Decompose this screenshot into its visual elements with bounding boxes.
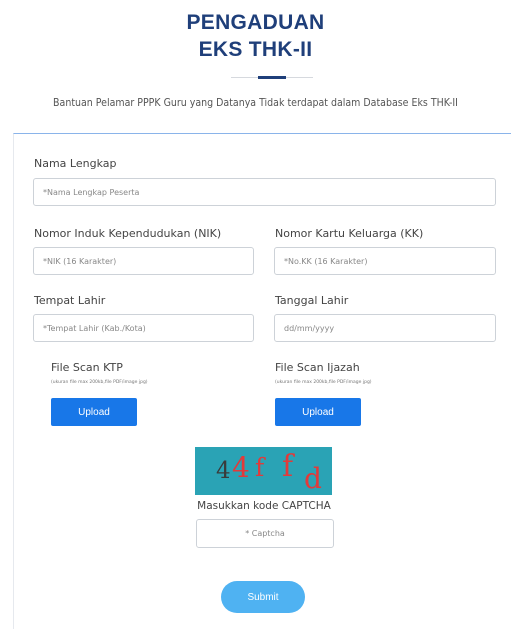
captcha-image: 4 4 f f d <box>195 447 332 495</box>
captcha-label: Masukkan kode CAPTCHA <box>197 500 331 512</box>
upload-ijazah-button[interactable]: Upload <box>275 398 361 426</box>
nama-lengkap-label: Nama Lengkap <box>34 157 117 170</box>
captcha-char-5: d <box>304 462 322 495</box>
kk-input[interactable] <box>274 247 496 275</box>
captcha-char-2: 4 <box>232 451 250 484</box>
upload-ktp-button[interactable]: Upload <box>51 398 137 426</box>
ijazah-label: File Scan Ijazah <box>275 361 360 374</box>
page-subtitle: Bantuan Pelamar PPPK Guru yang Datanya T… <box>53 97 458 109</box>
title-divider-accent <box>258 76 286 79</box>
nama-lengkap-input[interactable] <box>33 178 496 206</box>
captcha-char-4: f <box>282 449 294 484</box>
tempat-lahir-input[interactable] <box>33 314 254 342</box>
kk-label: Nomor Kartu Keluarga (KK) <box>275 227 424 240</box>
tanggal-lahir-label: Tanggal Lahir <box>275 294 349 307</box>
ktp-label: File Scan KTP <box>51 361 123 374</box>
page-title-line2: EKS THK-II <box>198 38 313 61</box>
nik-label: Nomor Induk Kependudukan (NIK) <box>34 227 222 240</box>
tempat-lahir-label: Tempat Lahir <box>34 294 106 307</box>
page-header: PENGADUAN EKS THK-II Bantuan Pelamar PPP… <box>0 0 511 132</box>
captcha-char-1: 4 <box>216 458 231 484</box>
ktp-hint: (ukuran file max 200kb,file PDF/image jp… <box>51 380 148 385</box>
captcha-input[interactable] <box>196 519 334 548</box>
submit-button[interactable]: Submit <box>221 581 305 613</box>
captcha-char-3: f <box>255 453 265 482</box>
ijazah-hint: (ukuran file max 200kb,file PDF/image jp… <box>275 380 372 385</box>
page-title-line1: PENGADUAN <box>186 11 325 34</box>
nik-input[interactable] <box>33 247 254 275</box>
tanggal-lahir-input[interactable] <box>274 314 496 342</box>
